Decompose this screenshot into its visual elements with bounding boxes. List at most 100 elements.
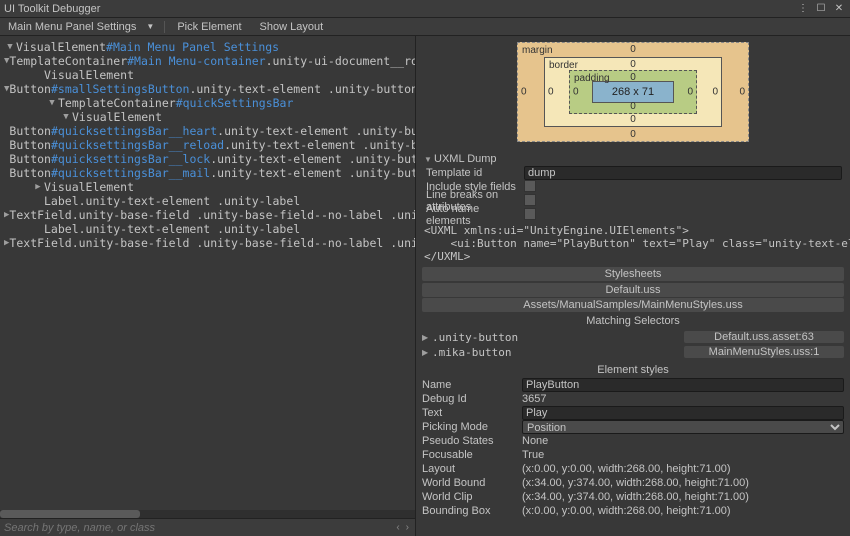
- focusable-label: Focusable: [422, 449, 522, 461]
- margin-right: 0: [739, 87, 745, 98]
- debug-id-label: Debug Id: [422, 393, 522, 405]
- padding-top: 0: [630, 72, 636, 83]
- tree-row[interactable]: ▶TextField .unity-base-field .unity-base…: [4, 236, 415, 250]
- padding-bottom: 0: [630, 101, 636, 112]
- search-prev-icon[interactable]: ‹: [394, 522, 401, 533]
- margin-left: 0: [521, 87, 527, 98]
- chevron-right-icon: ▶: [422, 333, 432, 342]
- tree-row[interactable]: ▶TextField .unity-base-field .unity-base…: [4, 208, 415, 222]
- selector-text: .mika-button: [432, 346, 684, 359]
- search-bar: ‹ ›: [0, 518, 415, 536]
- auto-name-checkbox[interactable]: [524, 208, 536, 220]
- box-model-padding: padding 0 0 0 0 268 x 71: [569, 70, 697, 114]
- padding-right: 0: [687, 87, 693, 98]
- template-id-label: Template id: [424, 167, 524, 179]
- selector-source[interactable]: MainMenuStyles.uss:1: [684, 346, 844, 358]
- margin-top: 0: [630, 44, 636, 55]
- world-clip-label: World Clip: [422, 491, 522, 503]
- tree-row[interactable]: ▶VisualElement: [4, 180, 415, 194]
- layout-label: Layout: [422, 463, 522, 475]
- box-model-border: border 0 0 0 0 padding 0 0 0 0 26: [544, 57, 722, 127]
- search-next-icon[interactable]: ›: [404, 522, 411, 533]
- horizontal-scrollbar[interactable]: [0, 510, 415, 518]
- inspector-scroll[interactable]: margin 0 0 0 0 border 0 0 0 0 padding: [416, 36, 850, 536]
- foldout-icon[interactable]: ▶: [32, 180, 44, 194]
- box-model-content: 268 x 71: [592, 81, 674, 103]
- settings-icon[interactable]: ⋮: [796, 3, 810, 14]
- close-icon[interactable]: ✕: [832, 3, 846, 14]
- tree-row[interactable]: ▶VisualElement: [4, 68, 415, 82]
- pseudo-states-value: None: [522, 435, 844, 447]
- text-input[interactable]: [522, 406, 844, 420]
- chevron-down-icon: ▼: [424, 155, 434, 164]
- window-controls: ⋮ ☐ ✕: [796, 3, 846, 14]
- world-bound-value: (x:34.00, y:374.00, width:268.00, height…: [522, 477, 844, 489]
- world-clip-value: (x:34.00, y:374.00, width:268.00, height…: [522, 491, 844, 503]
- stylesheet-item[interactable]: Assets/ManualSamples/MainMenuStyles.uss: [422, 298, 844, 312]
- tree-row[interactable]: ▼VisualElement #Main Menu Panel Settings: [4, 40, 415, 54]
- selector-source[interactable]: Default.uss.asset:63: [684, 331, 844, 343]
- focusable-value: True: [522, 449, 844, 461]
- tree-row[interactable]: ▶Button #quicksettingsBar__lock .unity-t…: [4, 152, 415, 166]
- body: ▼VisualElement #Main Menu Panel Settings…: [0, 36, 850, 536]
- picking-mode-select[interactable]: Position: [522, 420, 844, 434]
- tree-row[interactable]: ▼TemplateContainer #quickSettingsBar: [4, 96, 415, 110]
- window-title: UI Toolkit Debugger: [4, 3, 100, 15]
- foldout-icon[interactable]: ▼: [46, 96, 58, 110]
- maximize-icon[interactable]: ☐: [814, 3, 828, 14]
- border-right: 0: [712, 87, 718, 98]
- chevron-right-icon: ▶: [422, 348, 432, 357]
- line-breaks-checkbox[interactable]: [524, 194, 536, 206]
- padding-label: padding: [574, 73, 610, 84]
- foldout-icon[interactable]: ▼: [60, 110, 72, 124]
- tree-row[interactable]: ▶Button #quicksettingsBar__reload .unity…: [4, 138, 415, 152]
- uxml-dump-title: UXML Dump: [434, 153, 497, 165]
- tree-row[interactable]: ▼VisualElement: [4, 110, 415, 124]
- debug-id-value: 3657: [522, 393, 844, 405]
- foldout-icon[interactable]: ▼: [4, 40, 16, 54]
- panel-dropdown[interactable]: Main Menu Panel Settings ▼: [4, 21, 158, 33]
- hierarchy-tree[interactable]: ▼VisualElement #Main Menu Panel Settings…: [0, 36, 415, 510]
- matching-selector-row[interactable]: ▶.unity-buttonDefault.uss.asset:63: [422, 330, 844, 344]
- stylesheet-item[interactable]: Default.uss: [422, 283, 844, 297]
- name-input[interactable]: [522, 378, 844, 392]
- uxml-dump-foldout[interactable]: ▼ UXML Dump: [424, 152, 842, 166]
- panel-dropdown-label: Main Menu Panel Settings: [8, 21, 136, 33]
- stylesheets-header: Stylesheets: [422, 267, 844, 281]
- margin-bottom: 0: [630, 129, 636, 140]
- box-model-margin: margin 0 0 0 0 border 0 0 0 0 padding: [517, 42, 749, 142]
- border-left: 0: [548, 87, 554, 98]
- box-model: margin 0 0 0 0 border 0 0 0 0 padding: [416, 40, 850, 152]
- matching-selectors-header: Matching Selectors: [422, 314, 844, 328]
- search-nav: ‹ ›: [394, 522, 411, 533]
- bounding-box-label: Bounding Box: [422, 505, 522, 517]
- bounding-box-value: (x:0.00, y:0.00, width:268.00, height:71…: [522, 505, 844, 517]
- separator: [164, 21, 165, 33]
- hierarchy-panel: ▼VisualElement #Main Menu Panel Settings…: [0, 36, 416, 536]
- text-label: Text: [422, 407, 522, 419]
- picking-mode-label: Picking Mode: [422, 421, 522, 433]
- uxml-dump-section: ▼ UXML Dump Template id Include style fi…: [416, 152, 850, 265]
- include-style-fields-checkbox[interactable]: [524, 180, 536, 192]
- inspector-panel: margin 0 0 0 0 border 0 0 0 0 padding: [416, 36, 850, 536]
- border-bottom: 0: [630, 114, 636, 125]
- titlebar: UI Toolkit Debugger ⋮ ☐ ✕: [0, 0, 850, 18]
- show-layout-button[interactable]: Show Layout: [254, 21, 330, 33]
- tree-row[interactable]: ▶Label .unity-text-element .unity-label: [4, 194, 415, 208]
- uxml-output: <UXML xmlns:ui="UnityEngine.UIElements">…: [424, 222, 842, 265]
- chevron-down-icon: ▼: [146, 22, 154, 31]
- tree-row[interactable]: ▶Button #quicksettingsBar__heart .unity-…: [4, 124, 415, 138]
- template-id-input[interactable]: [524, 166, 842, 180]
- world-bound-label: World Bound: [422, 477, 522, 489]
- pseudo-states-label: Pseudo States: [422, 435, 522, 447]
- tree-row[interactable]: ▶Label .unity-text-element .unity-label: [4, 222, 415, 236]
- tree-row[interactable]: ▶Button #quicksettingsBar__mail .unity-t…: [4, 166, 415, 180]
- scrollbar-thumb[interactable]: [0, 510, 140, 518]
- matching-selector-row[interactable]: ▶.mika-buttonMainMenuStyles.uss:1: [422, 345, 844, 359]
- search-input[interactable]: [4, 522, 390, 534]
- pick-element-button[interactable]: Pick Element: [171, 21, 247, 33]
- border-top: 0: [630, 59, 636, 70]
- tree-row[interactable]: ▼Button #smallSettingsButton .unity-text…: [4, 82, 415, 96]
- tree-row[interactable]: ▼TemplateContainer #Main Menu-container …: [4, 54, 415, 68]
- element-styles-header: Element styles: [416, 362, 850, 378]
